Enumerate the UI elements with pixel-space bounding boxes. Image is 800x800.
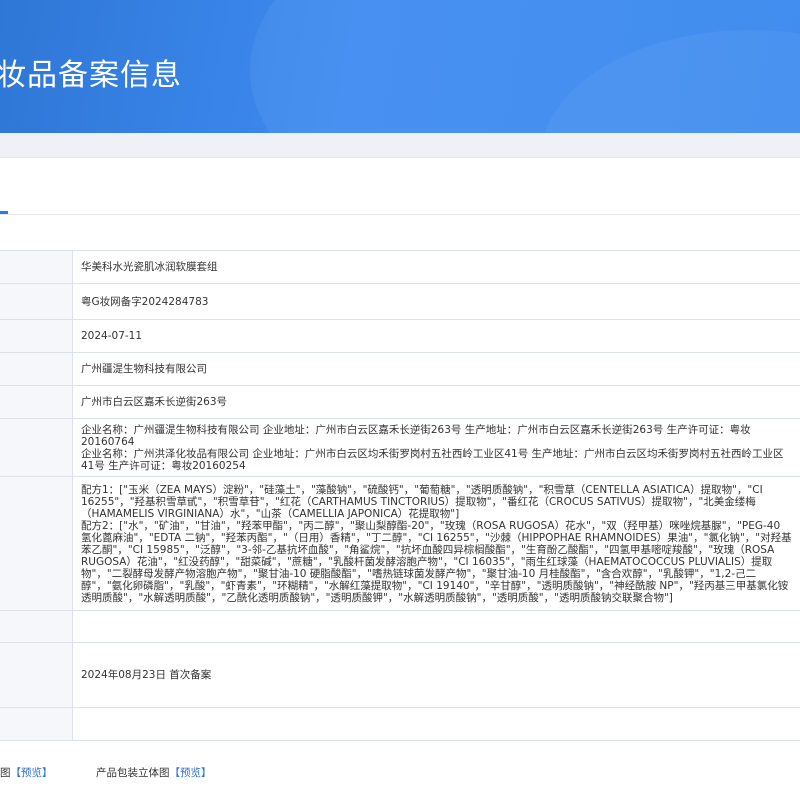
table-row: 广州市白云区嘉禾长逆街263号 xyxy=(0,385,800,419)
empty-value xyxy=(72,610,800,643)
formula-2: 配方2：["水"，"矿油"，"甘油"，"羟苯甲酯"，"丙二醇"，"聚山梨醇酯-2… xyxy=(81,519,792,604)
table-row: 2024年08月23日 首次备案 xyxy=(0,642,800,708)
header-banner: 妆品备案信息 xyxy=(0,0,800,133)
record-date: 2024-07-11 xyxy=(72,319,800,353)
row-label-cell xyxy=(0,418,73,477)
row-label-cell xyxy=(0,250,73,284)
table-row: 华美科水光瓷肌冰润软膜套组 xyxy=(0,250,800,284)
preview-link[interactable]: 【预览】 xyxy=(170,767,212,779)
product-name: 华美科水光瓷肌冰润软膜套组 xyxy=(72,250,800,284)
table-row: 配方1：["玉米（ZEA MAYS）淀粉"，"硅藻土"，"藻酸钠"，"硫酸钙"，… xyxy=(0,476,800,611)
tab-active-indicator[interactable] xyxy=(0,211,8,214)
record-change: 2024年08月23日 首次备案 xyxy=(72,642,800,708)
formula-info: 配方1：["玉米（ZEA MAYS）淀粉"，"硅藻土"，"藻酸钠"，"硫酸钙"，… xyxy=(72,476,800,611)
producer-2: 企业名称：广州洪泽化妆品有限公司 企业地址：广州市白云区均禾街罗岗村五社西岭工业… xyxy=(81,447,784,472)
page-title: 妆品备案信息 xyxy=(0,58,182,93)
formula-1: 配方1：["玉米（ZEA MAYS）淀粉"，"硅藻土"，"藻酸钠"，"硫酸钙"，… xyxy=(81,483,763,520)
empty-value xyxy=(72,707,800,741)
table-row xyxy=(0,610,800,643)
row-label-cell xyxy=(0,642,73,708)
attachment-item: 图【预览】 xyxy=(0,765,53,780)
attachment-label: 产品包装立体图 xyxy=(96,767,170,779)
producer-info: 企业名称：广州疆湜生物科技有限公司 企业地址：广州市白云区嘉禾长逆街263号 生… xyxy=(72,418,800,477)
producer-1: 企业名称：广州疆湜生物科技有限公司 企业地址：广州市白云区嘉禾长逆街263号 生… xyxy=(81,423,751,448)
attachment-label: 图 xyxy=(0,767,11,779)
row-label-cell xyxy=(0,352,73,386)
table-row: 2024-07-11 xyxy=(0,319,800,353)
row-label-cell xyxy=(0,707,73,741)
registrant-name: 广州疆湜生物科技有限公司 xyxy=(72,352,800,386)
row-label-cell xyxy=(0,283,73,320)
row-label-cell xyxy=(0,385,73,419)
table-row: 广州疆湜生物科技有限公司 xyxy=(0,352,800,386)
table-row: 企业名称：广州疆湜生物科技有限公司 企业地址：广州市白云区嘉禾长逆街263号 生… xyxy=(0,418,800,477)
attachment-item: 产品包装立体图【预览】 xyxy=(96,765,212,780)
row-label-cell xyxy=(0,319,73,353)
row-label-cell xyxy=(0,476,73,611)
tab-area xyxy=(0,158,800,215)
record-info-table: 华美科水光瓷肌冰润软膜套组 粤G妆网备字2024284783 2024-07-1… xyxy=(0,250,800,741)
record-number: 粤G妆网备字2024284783 xyxy=(72,283,800,320)
table-row xyxy=(0,707,800,741)
preview-link[interactable]: 【预览】 xyxy=(11,767,53,779)
registrant-address: 广州市白云区嘉禾长逆街263号 xyxy=(72,385,800,419)
sub-bar xyxy=(0,133,800,158)
table-row: 粤G妆网备字2024284783 xyxy=(0,283,800,320)
row-label-cell xyxy=(0,610,73,643)
